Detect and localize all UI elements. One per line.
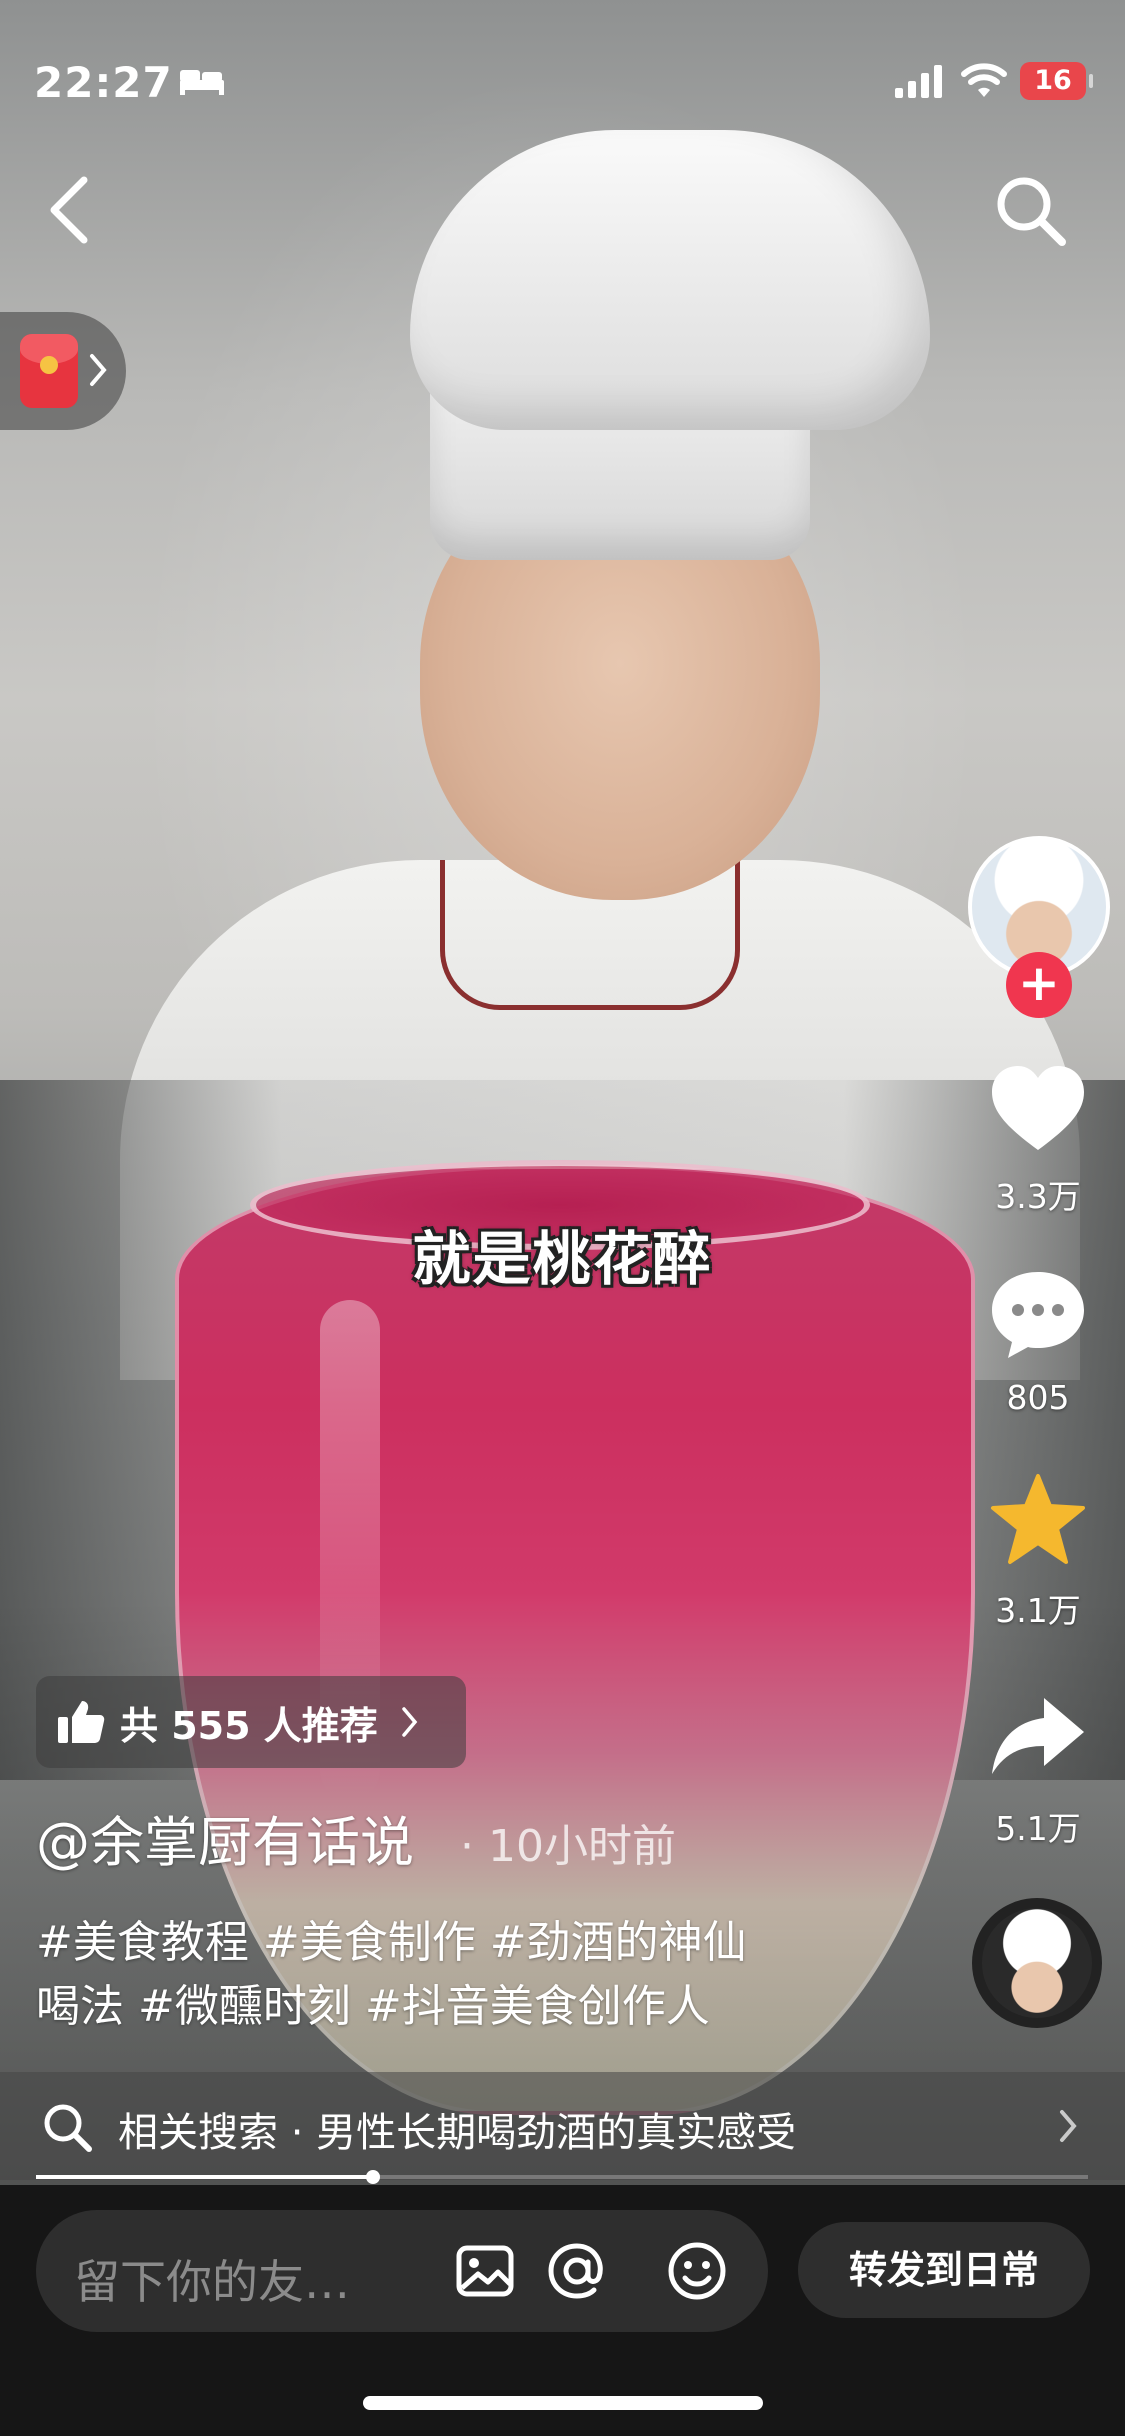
video-progress-bar[interactable]: [36, 2170, 1088, 2184]
comment-count: 805: [1006, 1378, 1070, 1417]
star-icon: [991, 1474, 1085, 1564]
progress-fill: [36, 2175, 373, 2179]
search-icon: [44, 2104, 92, 2152]
chevron-right-icon: [90, 354, 107, 386]
recommend-text: 共 555 人推荐: [120, 1703, 378, 1748]
search-icon: [997, 177, 1066, 246]
chevron-right-icon: [402, 1707, 418, 1737]
video-subtitle: 就是桃花醉: [412, 1225, 713, 1293]
heart-icon: [992, 1066, 1084, 1150]
home-indicator[interactable]: [363, 2396, 763, 2410]
related-search-text: 相关搜索 · 男性长期喝劲酒的真实感受: [118, 2110, 797, 2156]
battery-indicator: 16: [1020, 62, 1093, 100]
bed-icon: [180, 70, 224, 95]
favorite-count: 3.1万: [995, 1591, 1081, 1630]
at-icon[interactable]: [546, 2240, 608, 2302]
back-button[interactable]: [40, 170, 100, 250]
share-button[interactable]: [988, 1688, 1088, 1784]
favorite-button[interactable]: [988, 1472, 1088, 1568]
comment-placeholder: 留下你的友…: [74, 2255, 350, 2309]
comment-icon: [992, 1272, 1084, 1358]
comment-button[interactable]: [988, 1266, 1088, 1362]
signal-icon: [895, 65, 942, 98]
author-name[interactable]: @余掌厨有话说: [36, 1798, 414, 1877]
red-packet-button[interactable]: [0, 312, 126, 430]
related-search-bar[interactable]: 相关搜索 · 男性长期喝劲酒的真实感受: [0, 2072, 1125, 2180]
progress-thumb[interactable]: [365, 2170, 380, 2184]
share-arrow-icon: [992, 1698, 1084, 1774]
thumbs-up-icon: [58, 1701, 105, 1743]
share-count: 5.1万: [995, 1809, 1081, 1848]
hashtag-line-1[interactable]: #美食教程 #美食制作 #劲酒的神仙: [36, 1906, 747, 1970]
like-count: 3.3万: [995, 1177, 1081, 1216]
image-icon[interactable]: [454, 2240, 516, 2302]
emoji-icon[interactable]: [666, 2240, 728, 2302]
like-button[interactable]: [988, 1062, 1088, 1158]
red-packet-icon: [20, 334, 78, 408]
follow-button[interactable]: +: [1006, 952, 1072, 1018]
post-time-text: 10小时前: [487, 1821, 676, 1872]
chevron-right-icon: [1060, 2110, 1077, 2142]
chef-hat: [410, 130, 930, 430]
comment-input[interactable]: 留下你的友…: [36, 2210, 768, 2332]
chevron-left-icon: [50, 176, 88, 244]
hashtag-line-2[interactable]: 喝法 #微醺时刻 #抖音美食创作人: [36, 1970, 710, 2034]
search-button[interactable]: [990, 170, 1070, 250]
music-disc[interactable]: [972, 1898, 1102, 2028]
wifi-icon: [961, 63, 1007, 97]
post-time: · 10小时前: [460, 1821, 676, 1872]
status-time: 22:27: [34, 58, 173, 107]
recommend-button[interactable]: 共 555 人推荐: [36, 1676, 466, 1768]
forward-to-daily-button[interactable]: 转发到日常: [798, 2222, 1090, 2318]
